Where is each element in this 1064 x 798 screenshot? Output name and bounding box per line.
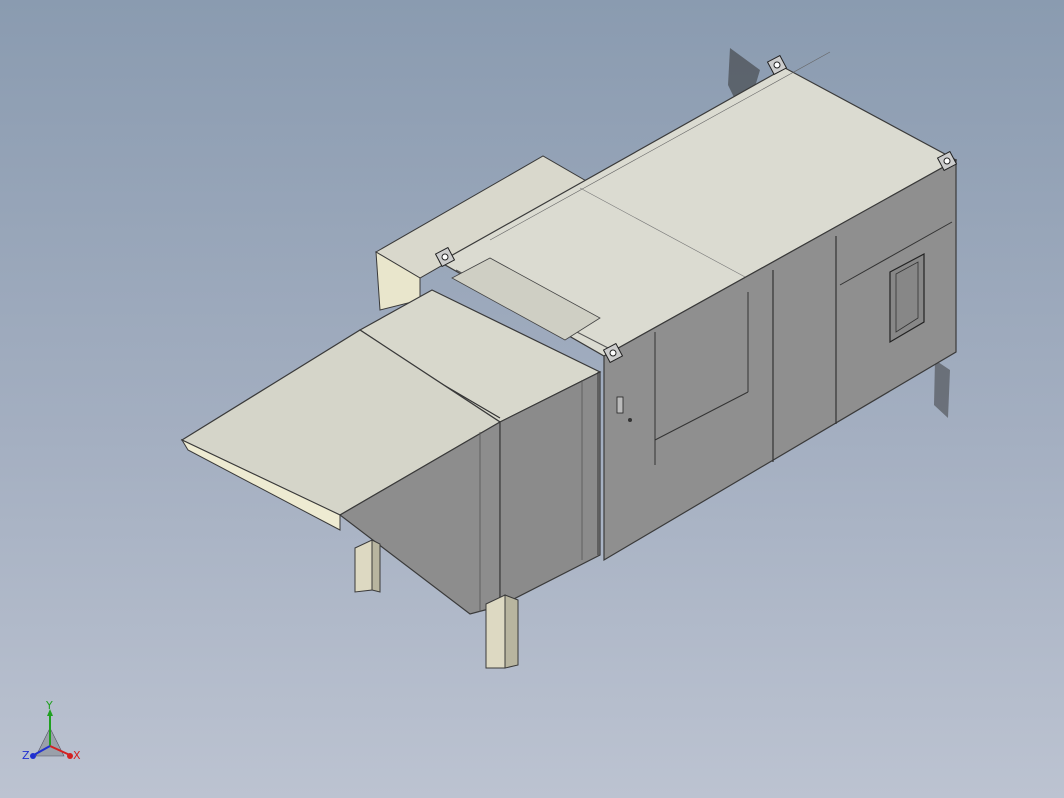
- z-axis-marker-icon: [30, 753, 36, 759]
- support-leg-left: [354, 539, 381, 593]
- intake-hood[interactable]: [180, 289, 602, 615]
- model-shadow-right: [934, 360, 950, 418]
- latch-handle[interactable]: [616, 396, 624, 414]
- graphics-viewport[interactable]: Y X Z: [0, 0, 1064, 798]
- orientation-triad[interactable]: Y X Z: [14, 700, 94, 780]
- support-leg-front: [485, 594, 519, 669]
- z-axis-label: Z: [22, 749, 30, 762]
- x-axis-label: X: [73, 749, 81, 762]
- hvac-unit-model[interactable]: [0, 0, 1064, 798]
- y-axis-label: Y: [45, 700, 53, 712]
